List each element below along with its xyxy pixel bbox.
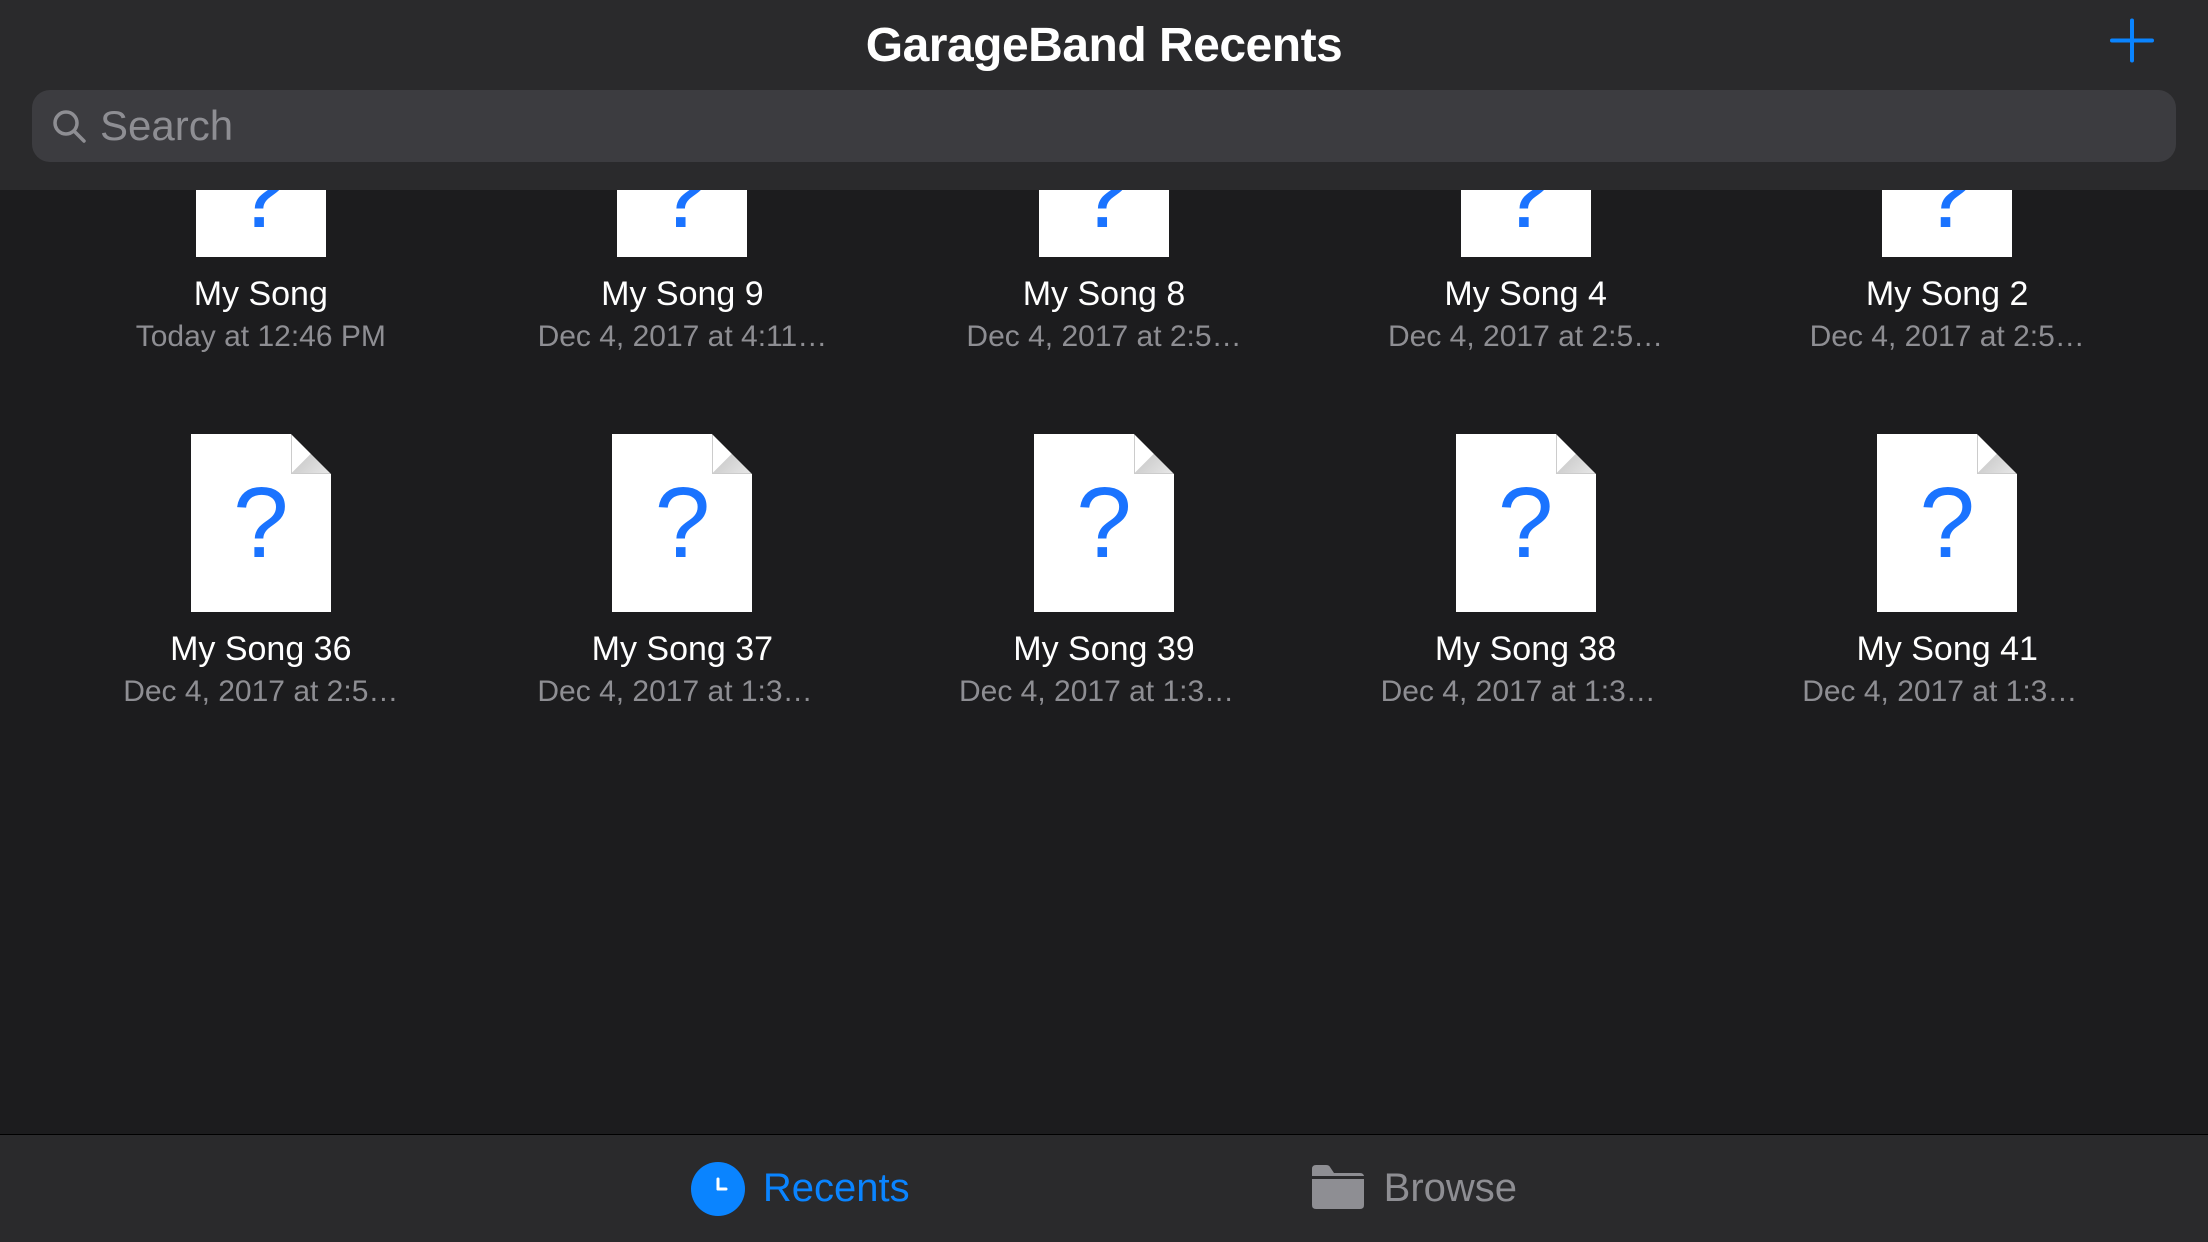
question-mark-icon: ? [233, 466, 289, 581]
file-date: Dec 4, 2017 at 2:5… [1388, 320, 1663, 354]
file-date: Dec 4, 2017 at 2:5… [966, 320, 1241, 354]
file-name: My Song 38 [1435, 630, 1616, 669]
file-name: My Song 4 [1444, 275, 1607, 314]
file-item[interactable]: ? My Song 4 Dec 4, 2017 at 2:5… [1345, 190, 1707, 354]
question-mark-icon: ? [1498, 466, 1554, 581]
document-fold-icon [1134, 434, 1174, 474]
clock-icon [691, 1162, 745, 1216]
file-thumbnail: ? [1039, 190, 1169, 257]
file-date: Dec 4, 2017 at 1:37… [1802, 675, 2092, 709]
tab-browse[interactable]: Browse [1310, 1163, 1517, 1214]
file-date: Dec 4, 2017 at 4:11… [538, 320, 828, 354]
file-thumbnail: ? [1461, 190, 1591, 257]
add-button[interactable] [2108, 13, 2156, 78]
file-thumbnail: ? [1034, 434, 1174, 612]
question-mark-icon: ? [233, 190, 289, 251]
file-name: My Song [194, 275, 328, 314]
question-mark-icon: ? [1076, 190, 1132, 251]
file-date: Dec 4, 2017 at 2:5… [123, 675, 398, 709]
folder-icon [1310, 1163, 1366, 1214]
file-thumbnail: ? [196, 190, 326, 257]
search-icon [50, 107, 88, 145]
content-area: ? My Song Today at 12:46 PM? My Song 9 Dec 4… [0, 190, 2208, 1134]
file-thumbnail: ? [1877, 434, 2017, 612]
file-name: My Song 8 [1023, 275, 1186, 314]
search-bar[interactable] [32, 90, 2176, 162]
header: GarageBand Recents [0, 0, 2208, 190]
question-mark-icon: ? [1498, 190, 1554, 251]
question-mark-icon: ? [655, 190, 711, 251]
file-thumbnail: ? [617, 190, 747, 257]
file-item[interactable]: ? My Song 39 Dec 4, 2017 at 1:39… [923, 434, 1285, 709]
file-item[interactable]: ? My Song 8 Dec 4, 2017 at 2:5… [923, 190, 1285, 354]
file-item[interactable]: ? My Song Today at 12:46 PM [80, 190, 442, 354]
document-fold-icon [1977, 434, 2017, 474]
file-item[interactable]: ? My Song 41 Dec 4, 2017 at 1:37… [1766, 434, 2128, 709]
file-name: My Song 41 [1856, 630, 2037, 669]
file-thumbnail: ? [612, 434, 752, 612]
question-mark-icon: ? [1919, 466, 1975, 581]
file-name: My Song 9 [601, 275, 764, 314]
document-fold-icon [1556, 434, 1596, 474]
file-thumbnail: ? [1882, 190, 2012, 257]
file-thumbnail: ? [1456, 434, 1596, 612]
tab-recents[interactable]: Recents [691, 1162, 910, 1216]
document-fold-icon [712, 434, 752, 474]
file-name: My Song 36 [170, 630, 351, 669]
tab-recents-label: Recents [763, 1166, 910, 1211]
file-date: Today at 12:46 PM [136, 320, 386, 354]
file-date: Dec 4, 2017 at 1:39… [1381, 675, 1671, 709]
file-item[interactable]: ? My Song 38 Dec 4, 2017 at 1:39… [1345, 434, 1707, 709]
file-name: My Song 39 [1013, 630, 1194, 669]
file-item[interactable]: ? My Song 37 Dec 4, 2017 at 1:39… [502, 434, 864, 709]
plus-icon [2108, 17, 2156, 65]
file-item[interactable]: ? My Song 36 Dec 4, 2017 at 2:5… [80, 434, 442, 709]
file-thumbnail: ? [191, 434, 331, 612]
tab-browse-label: Browse [1384, 1166, 1517, 1211]
search-input[interactable] [100, 102, 2158, 150]
search-container [32, 90, 2176, 190]
question-mark-icon: ? [1919, 190, 1975, 251]
question-mark-icon: ? [655, 466, 711, 581]
title-row: GarageBand Recents [32, 0, 2176, 90]
page-title: GarageBand Recents [866, 18, 1343, 73]
file-item[interactable]: ? My Song 9 Dec 4, 2017 at 4:11… [502, 190, 864, 354]
file-item[interactable]: ? My Song 2 Dec 4, 2017 at 2:5… [1766, 190, 2128, 354]
bottom-toolbar: Recents Browse [0, 1134, 2208, 1242]
question-mark-icon: ? [1076, 466, 1132, 581]
file-name: My Song 2 [1866, 275, 2029, 314]
document-fold-icon [291, 434, 331, 474]
file-date: Dec 4, 2017 at 1:39… [959, 675, 1249, 709]
file-grid: ? My Song Today at 12:46 PM? My Song 9 Dec 4… [80, 190, 2128, 709]
file-date: Dec 4, 2017 at 1:39… [537, 675, 827, 709]
file-date: Dec 4, 2017 at 2:5… [1810, 320, 2085, 354]
file-name: My Song 37 [592, 630, 773, 669]
